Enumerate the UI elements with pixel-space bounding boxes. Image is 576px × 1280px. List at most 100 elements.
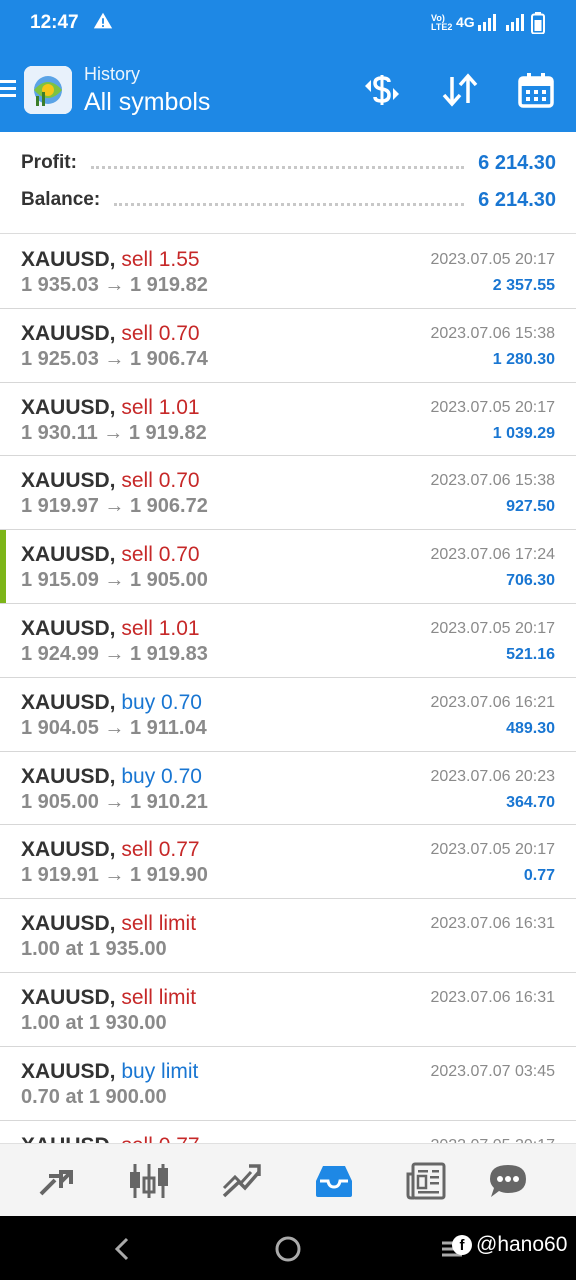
nav-messages[interactable] bbox=[487, 1160, 529, 1202]
deal-symbol: XAUUSD, bbox=[21, 690, 116, 714]
page-title[interactable]: All symbols bbox=[84, 88, 210, 117]
battery-icon bbox=[531, 12, 545, 34]
deal-row[interactable]: XAUUSD, buy 0.70 1 905.00 → 1 910.21 2023.… bbox=[0, 751, 576, 826]
deal-time: 2023.07.06 20:23 bbox=[430, 767, 555, 785]
quotes-icon bbox=[39, 1170, 73, 1196]
selected-marker bbox=[0, 530, 6, 603]
warning-icon bbox=[93, 12, 113, 29]
sort-button[interactable] bbox=[440, 70, 480, 110]
deposit-withdraw-button[interactable] bbox=[362, 70, 402, 110]
deal-title: XAUUSD, sell limit bbox=[21, 912, 196, 936]
deal-side: sell 0.77 bbox=[121, 838, 200, 862]
deal-row[interactable]: XAUUSD, buy 0.70 1 904.05 → 1 911.04 2023.… bbox=[0, 677, 576, 752]
app-logo-icon bbox=[24, 66, 72, 114]
balance-row: Balance: 6 214.30 bbox=[21, 185, 556, 215]
deal-time: 2023.07.07 03:45 bbox=[430, 1062, 555, 1080]
deal-symbol: XAUUSD, bbox=[21, 248, 116, 271]
deal-symbol: XAUUSD, bbox=[21, 469, 116, 493]
news-icon bbox=[406, 1162, 446, 1200]
watermark: f @hano60 bbox=[452, 1232, 567, 1258]
balance-value: 6 214.30 bbox=[478, 188, 556, 211]
system-navigation: f @hano60 bbox=[0, 1216, 576, 1280]
menu-icon[interactable] bbox=[0, 78, 16, 98]
nav-trade[interactable] bbox=[220, 1160, 262, 1202]
deal-prices: 1 930.11 → 1 919.82 bbox=[21, 421, 207, 444]
deal-time: 2023.07.06 16:31 bbox=[430, 988, 555, 1006]
deal-symbol: XAUUSD, bbox=[21, 395, 116, 419]
deal-time: 2023.07.05 20:17 bbox=[430, 398, 555, 416]
deal-side: sell 1.01 bbox=[121, 395, 200, 419]
deal-symbol: XAUUSD, bbox=[21, 616, 116, 640]
facebook-icon: f bbox=[452, 1235, 472, 1255]
deal-row[interactable]: XAUUSD, sell limit 1.00 at 1 930.00 2023.0… bbox=[0, 972, 576, 1047]
deal-title: XAUUSD, buy 0.70 bbox=[21, 691, 202, 715]
deal-title: XAUUSD, sell 0.70 bbox=[21, 543, 200, 567]
deal-title: XAUUSD, buy 0.70 bbox=[21, 765, 202, 789]
deal-profit: 1 039.29 bbox=[492, 424, 555, 442]
nav-history[interactable] bbox=[313, 1160, 355, 1202]
deal-row[interactable]: XAUUSD, sell 1.01 1 924.99 → 1 919.83 2023… bbox=[0, 603, 576, 678]
dollar-exchange-icon bbox=[365, 75, 399, 105]
deal-symbol: XAUUSD, bbox=[21, 985, 116, 1009]
back-icon[interactable] bbox=[108, 1234, 138, 1264]
deal-row[interactable]: XAUUSD, sell 0.70 1 925.03 → 1 906.74 2023… bbox=[0, 308, 576, 383]
deal-time: 2023.07.06 15:38 bbox=[430, 324, 555, 342]
home-icon[interactable] bbox=[273, 1234, 303, 1264]
deal-row[interactable]: XAUUSD, sell 0.771 919.91 → 1 919.902023… bbox=[0, 825, 576, 900]
deal-symbol: XAUUSD, bbox=[21, 543, 116, 567]
deal-profit: 489.30 bbox=[506, 719, 555, 737]
deal-symbol: XAUUSD, bbox=[21, 764, 116, 788]
signal-icon-2 bbox=[506, 14, 524, 31]
deal-time: 2023.07.05 20:17 bbox=[430, 251, 555, 268]
deal-side: sell 0.70 bbox=[121, 543, 200, 567]
dotted-leader bbox=[114, 202, 465, 206]
deal-row[interactable]: XAUUSD, sell 1.01 1 930.11 → 1 919.82 2023… bbox=[0, 382, 576, 457]
balance-label: Balance: bbox=[21, 189, 101, 210]
deal-profit: 1 280.30 bbox=[492, 350, 555, 368]
nav-quotes[interactable] bbox=[36, 1160, 78, 1202]
deal-profit: 706.30 bbox=[506, 572, 555, 590]
dotted-leader bbox=[90, 165, 465, 169]
app-bar: History All symbols bbox=[0, 48, 576, 132]
deal-row[interactable]: XAUUSD, sell limit 1.00 at 1 935.00 2023.0… bbox=[0, 899, 576, 973]
deal-side: sell limit bbox=[121, 912, 197, 936]
deal-side: sell limit bbox=[121, 985, 197, 1009]
deal-profit: 521.16 bbox=[506, 645, 555, 663]
deal-prices: 1.00 at 1 935.00 bbox=[21, 938, 167, 961]
deal-title: XAUUSD, sell 0.70 bbox=[21, 322, 200, 346]
network-type-label: 4G bbox=[456, 14, 475, 30]
nav-news[interactable] bbox=[405, 1160, 447, 1202]
chart-icon bbox=[130, 1164, 168, 1198]
deal-prices: 1 919.97 → 1 906.72 bbox=[21, 495, 208, 518]
deal-time: 2023.07.06 16:31 bbox=[430, 915, 555, 933]
deal-profit: 2 357.55 bbox=[492, 277, 555, 294]
deal-time: 2023.07.06 16:21 bbox=[430, 693, 555, 711]
sort-icon bbox=[442, 73, 478, 107]
deal-prices: 0.70 at 1 900.00 bbox=[21, 1085, 167, 1108]
deal-side: sell 0.77 bbox=[121, 1134, 199, 1143]
deal-symbol: XAUUSD, bbox=[21, 912, 116, 936]
deal-title: XAUUSD, sell 1.01 bbox=[21, 396, 200, 420]
history-list[interactable]: XAUUSD, sell 1.55 1 935.03 → 1 919.82 2023… bbox=[0, 235, 576, 1143]
deal-side: sell 1.55 bbox=[121, 248, 200, 271]
deal-title: XAUUSD, sell 0.77 bbox=[21, 1134, 200, 1143]
deal-row[interactable]: XAUUSD, buy limit 0.70 at 1 900.00 2023.07… bbox=[0, 1046, 576, 1121]
deal-symbol: XAUUSD, bbox=[21, 1059, 116, 1083]
deal-row[interactable]: XAUUSD, sell 0.771 919.91 → 1 919.902023… bbox=[0, 1120, 576, 1143]
trade-icon bbox=[222, 1164, 261, 1198]
calendar-button[interactable] bbox=[516, 70, 556, 110]
deal-prices: 1 919.91 → 1 919.90 bbox=[21, 864, 208, 887]
deal-side: buy limit bbox=[121, 1059, 199, 1083]
deal-side: sell 0.70 bbox=[121, 321, 200, 345]
deal-symbol: XAUUSD, bbox=[21, 1134, 116, 1143]
nav-chart[interactable] bbox=[128, 1160, 170, 1202]
deal-prices: 1 905.00 → 1 910.21 bbox=[21, 790, 208, 813]
deal-row[interactable]: XAUUSD, sell 0.70 1 919.97 → 1 906.72 2023… bbox=[0, 456, 576, 531]
deal-row[interactable]: XAUUSD, sell 0.70 1 915.09 → 1 905.00 2023… bbox=[0, 530, 576, 604]
deal-profit: 927.50 bbox=[506, 498, 555, 516]
profit-value: 6 214.30 bbox=[478, 151, 556, 174]
deal-row[interactable]: XAUUSD, sell 1.55 1 935.03 → 1 919.82 2023… bbox=[0, 235, 576, 309]
watermark-text: @hano60 bbox=[476, 1233, 568, 1256]
network-volte-label: Vo) LTE2 bbox=[431, 13, 453, 32]
deal-profit: 0.77 bbox=[523, 867, 555, 885]
